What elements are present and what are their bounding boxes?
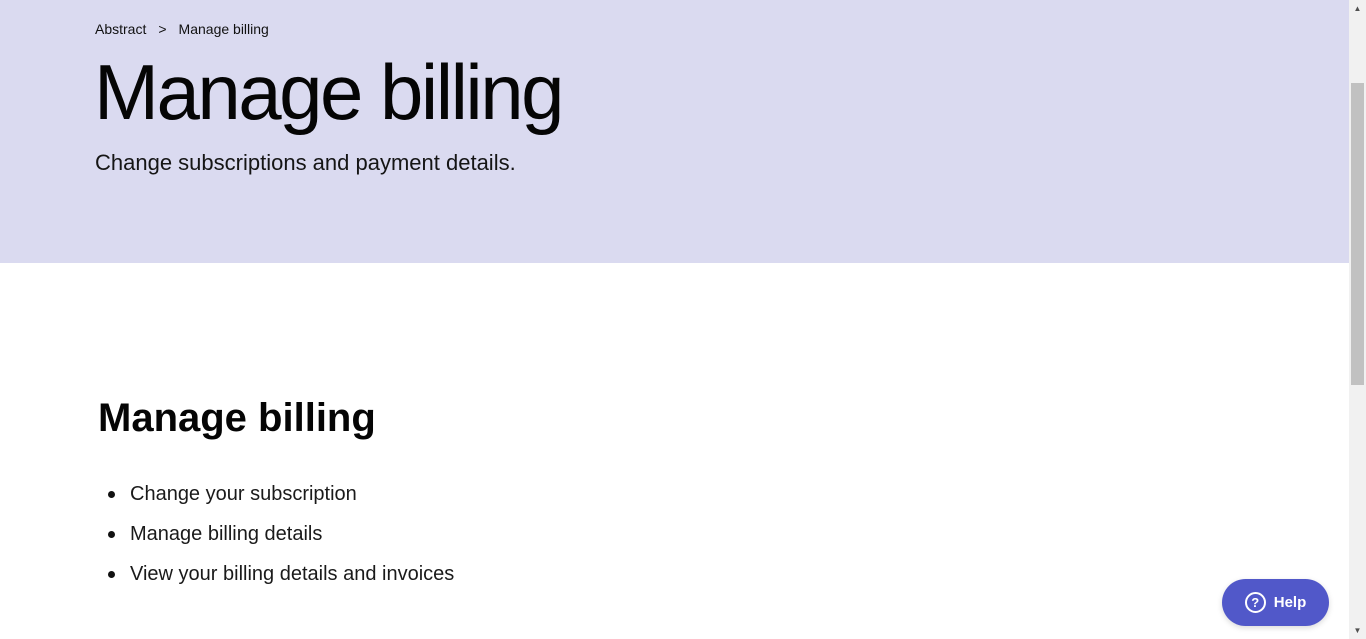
help-button-label: Help [1273, 594, 1307, 611]
list-item: View your billing details and invoices [108, 558, 454, 598]
list-item: Manage billing details [108, 518, 454, 558]
bullet-icon [108, 571, 115, 578]
change-subscription-link[interactable]: Change your subscription [130, 483, 357, 505]
scroll-up-icon[interactable]: ▲ [1349, 0, 1366, 17]
vertical-scrollbar[interactable]: ▲ ▼ [1349, 0, 1366, 639]
page-title: Manage billing [94, 48, 565, 136]
bullet-icon [108, 531, 115, 538]
help-button[interactable]: ? Help [1222, 579, 1329, 626]
section-title: Manage billing [98, 396, 376, 440]
breadcrumb: Abstract > Manage billing [95, 20, 269, 38]
billing-links-list: Change your subscription Manage billing … [108, 478, 454, 598]
scroll-down-icon[interactable]: ▼ [1349, 622, 1366, 639]
page-header: Abstract > Manage billing Manage billing… [0, 0, 1349, 263]
breadcrumb-link-abstract[interactable]: Abstract [95, 20, 146, 38]
view-invoices-link[interactable]: View your billing details and invoices [130, 563, 454, 585]
bullet-icon [108, 491, 115, 498]
question-circle-icon: ? [1244, 592, 1266, 613]
list-item: Change your subscription [108, 478, 454, 518]
breadcrumb-current: Manage billing [178, 21, 269, 37]
scrollbar-thumb[interactable] [1351, 83, 1364, 385]
breadcrumb-separator: > [158, 21, 167, 37]
page-subtitle: Change subscriptions and payment details… [95, 150, 516, 175]
manage-billing-details-link[interactable]: Manage billing details [130, 523, 322, 545]
